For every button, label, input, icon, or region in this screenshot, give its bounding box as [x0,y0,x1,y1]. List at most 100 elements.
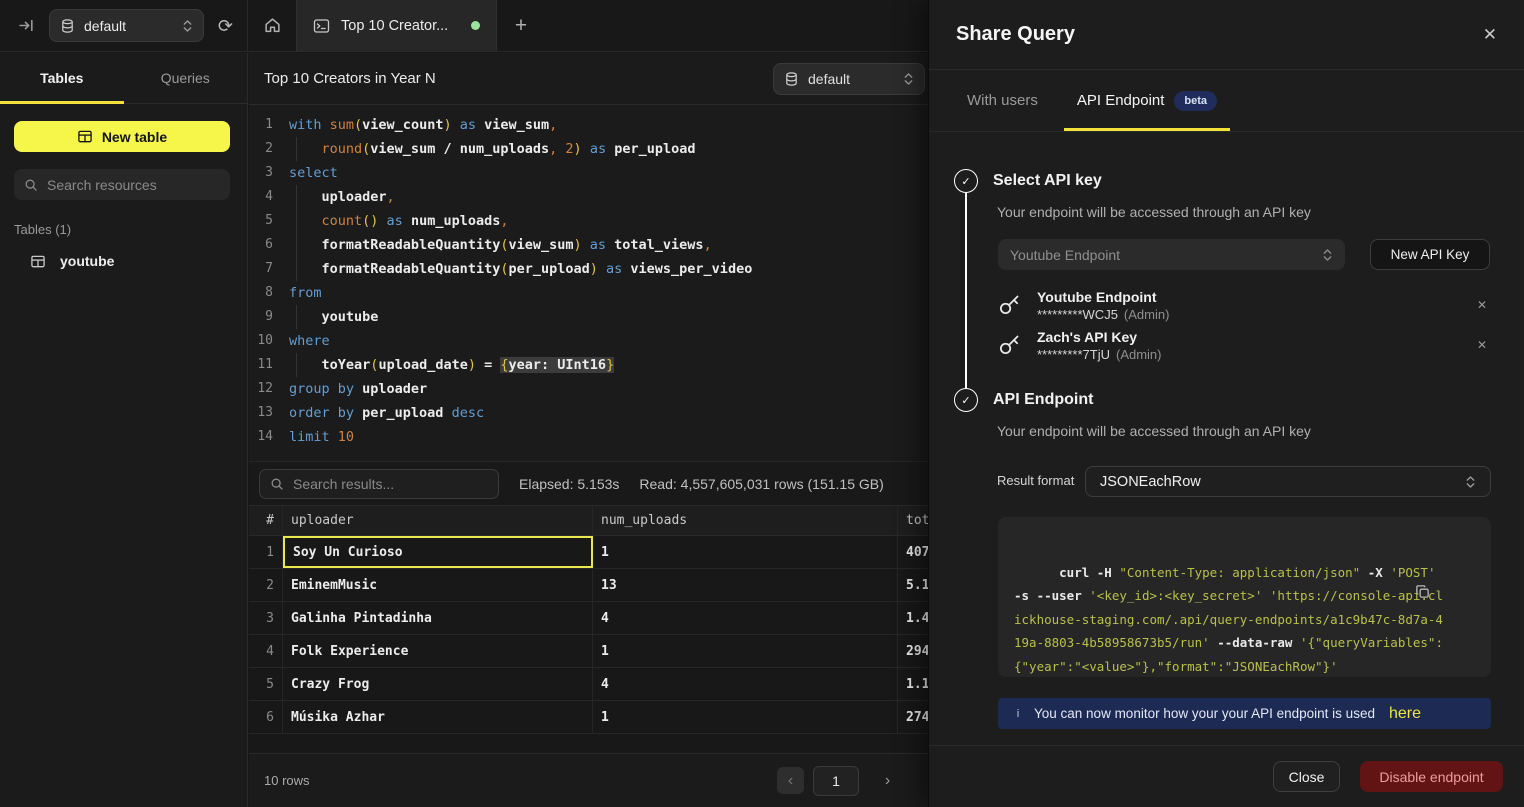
elapsed-time: Elapsed: 5.153s [519,476,619,492]
remove-key-icon[interactable]: ✕ [1473,294,1491,316]
home-tab-button[interactable] [248,0,296,51]
code-text: select [289,161,338,185]
search-icon [270,477,284,491]
tab-api-endpoint[interactable]: API Endpoint beta [1064,70,1230,131]
search-resources-input[interactable] [47,177,220,193]
row-index-cell: 6 [249,701,283,733]
close-button[interactable]: Close [1273,761,1340,792]
num-uploads-cell[interactable]: 1 [593,701,898,733]
code-text: count() as num_uploads, [289,209,508,233]
chevron-updown-icon [182,19,193,33]
api-endpoint-subtext: Your endpoint will be accessed through a… [997,423,1311,439]
code-text: formatReadableQuantity(per_upload) as vi… [289,257,752,281]
database-icon [60,18,75,34]
table-grid-icon [77,129,93,144]
line-number: 4 [249,185,273,209]
share-panel-body: ✓ ✓ Select API key Your endpoint will be… [929,133,1524,745]
tab-queries[interactable]: Queries [124,53,248,103]
uploader-cell[interactable]: Soy Un Curioso [283,536,593,568]
result-format-value: JSONEachRow [1100,474,1465,490]
uploader-cell[interactable]: Músika Azhar [283,701,593,733]
sidebar-tabs: Tables Queries [0,53,247,104]
num-uploads-cell[interactable]: 4 [593,602,898,634]
code-text: limit 10 [289,425,354,449]
column-header-uploader[interactable]: uploader [283,506,593,535]
num-uploads-cell[interactable]: 1 [593,536,898,568]
close-icon[interactable]: ✕ [1483,25,1497,45]
editor-database-selector[interactable]: default [773,63,925,95]
tables-section-label: Tables (1) [14,222,247,237]
pagination: ‹ 1 › [777,754,901,807]
api-key-row[interactable]: Youtube Endpoint*********WCJ5(Admin)✕ [998,285,1491,325]
uploader-cell[interactable]: EminemMusic [283,569,593,601]
chevron-updown-icon [1322,248,1333,262]
share-tabs: With users API Endpoint beta [929,70,1524,132]
results-search[interactable] [259,469,499,499]
uploader-cell[interactable]: Galinha Pintadinha [283,602,593,634]
terminal-icon [313,18,330,34]
column-header-index[interactable]: # [249,506,283,535]
line-number: 6 [249,233,273,257]
refresh-icon[interactable]: ⟳ [218,17,233,35]
collapse-sidebar-icon[interactable] [18,17,35,34]
code-text: uploader, [289,185,395,209]
line-number: 12 [249,377,273,401]
key-role: (Admin) [1116,347,1162,362]
num-uploads-cell[interactable]: 13 [593,569,898,601]
api-key-row[interactable]: Zach's API Key*********7TjU(Admin)✕ [998,325,1491,365]
rows-read: Read: 4,557,605,031 rows (151.15 GB) [639,476,883,492]
result-format-select[interactable]: JSONEachRow [1085,466,1491,497]
api-key-select-value: Youtube Endpoint [1010,247,1322,263]
monitor-info-banner: i You can now monitor how your your API … [998,698,1491,729]
code-text: from [289,281,322,305]
unsaved-status-dot [471,21,480,30]
curl-command: curl -H "Content-Type: application/json"… [1014,565,1443,674]
next-page-button[interactable]: › [874,767,901,794]
num-uploads-cell[interactable]: 1 [593,635,898,667]
uploader-cell[interactable]: Folk Experience [283,635,593,667]
key-role: (Admin) [1124,307,1170,322]
tab-tables[interactable]: Tables [0,53,124,103]
database-selector[interactable]: default [49,9,204,42]
banner-here-link[interactable]: here [1389,705,1421,723]
table-grid-icon [30,254,46,269]
line-number: 7 [249,257,273,281]
code-text: round(view_sum / num_uploads, 2) as per_… [289,137,695,161]
banner-text: You can now monitor how your your API en… [1034,706,1375,721]
new-api-key-button[interactable]: New API Key [1370,239,1490,270]
num-uploads-cell[interactable]: 4 [593,668,898,700]
chevron-updown-icon [1465,475,1476,489]
tab-with-users[interactable]: With users [965,70,1040,131]
column-header-num-uploads[interactable]: num_uploads [593,506,898,535]
previous-page-button[interactable]: ‹ [777,767,804,794]
api-key-select[interactable]: Youtube Endpoint [998,239,1345,270]
key-icon [998,334,1022,356]
search-results-input[interactable] [293,476,488,492]
curl-code-block: curl -H "Content-Type: application/json"… [998,517,1491,677]
row-index-cell: 1 [249,536,283,568]
query-tab[interactable]: Top 10 Creator... [296,0,497,51]
code-text: toYear(upload_date) = {year: UInt16} [289,353,614,377]
remove-key-icon[interactable]: ✕ [1473,334,1491,356]
copy-icon[interactable] [1415,537,1475,646]
select-api-key-heading: Select API key [993,172,1102,190]
sidebar-item-youtube[interactable]: youtube [0,247,247,275]
line-number: 1 [249,113,273,137]
code-text: formatReadableQuantity(view_sum) as tota… [289,233,712,257]
new-table-button[interactable]: New table [14,121,230,152]
line-number: 2 [249,137,273,161]
info-icon: i [1012,708,1024,720]
sidebar-search[interactable] [14,169,230,200]
api-endpoint-heading: API Endpoint [993,391,1093,409]
disable-endpoint-button[interactable]: Disable endpoint [1360,761,1503,792]
step1-check-icon: ✓ [954,169,978,193]
new-tab-button[interactable]: + [497,0,545,51]
stepper-line [965,193,967,389]
code-text: order by per_upload desc [289,401,484,425]
key-masked-value: *********WCJ5(Admin) [1037,306,1473,323]
line-number: 9 [249,305,273,329]
search-icon [24,178,38,192]
row-count: 10 rows [264,773,310,788]
uploader-cell[interactable]: Crazy Frog [283,668,593,700]
current-page[interactable]: 1 [813,766,859,796]
